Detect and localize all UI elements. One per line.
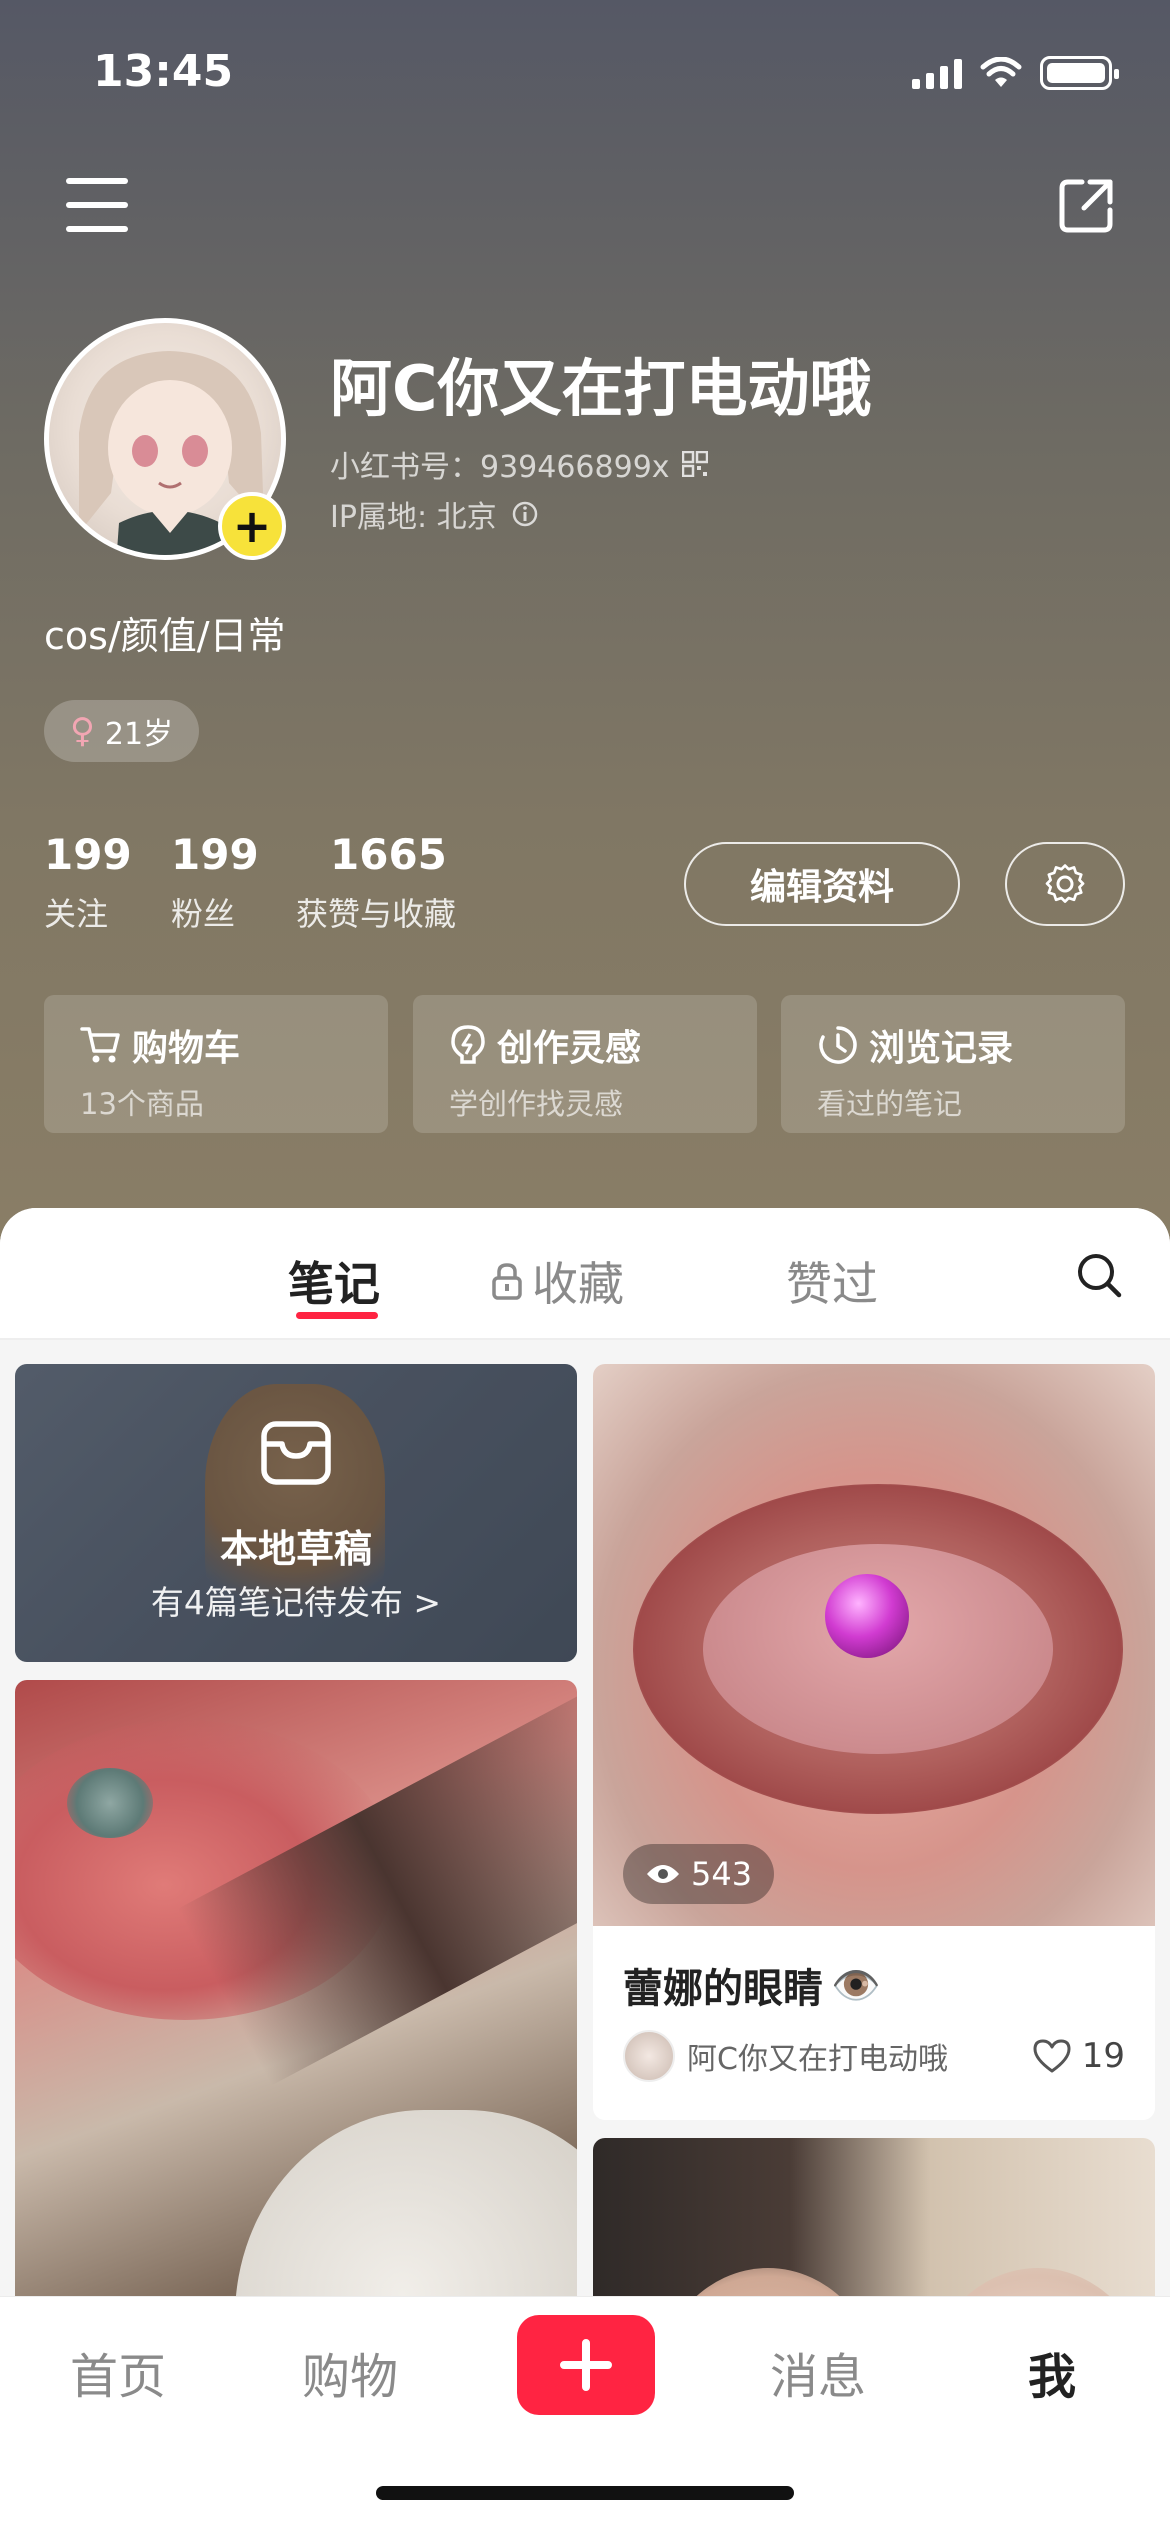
bio: cos/颜值/日常 [44,614,286,658]
card-cart-title: 购物车 [80,1019,352,1071]
note-like-button[interactable]: 19 [1032,2036,1125,2076]
card-cart-label: 购物车 [132,1028,241,1069]
plus-icon [560,2339,612,2391]
draft-title: 本地草稿 [219,1527,372,1571]
clock-icon [819,1026,857,1064]
stat-likes-collects[interactable]: 1665 获赞与收藏 [296,830,456,935]
note-title: 蕾娜的眼睛 👁️ [623,1956,881,2014]
card-inspiration-sub: 学创作找灵感 [449,1087,624,1121]
signal-icon [912,57,962,89]
note-cover-image: 543 [593,1364,1155,1926]
status-time: 13:45 [93,46,234,97]
red-id: 小红书号：939466899x [330,442,708,486]
stat-followers[interactable]: 199 粉丝 [171,830,259,935]
eye-icon [647,1865,679,1883]
ip-location: IP属地: 北京 [330,492,539,536]
following-count: 199 [44,830,132,879]
tab-liked[interactable]: 赞过 [786,1248,878,1314]
card-cart[interactable]: 购物车 13个商品 [44,995,388,1133]
tab-notes[interactable]: 笔记 [288,1248,380,1314]
photo-detail [825,1574,909,1658]
nav-me[interactable]: 我 [1028,2337,1076,2407]
home-indicator [376,2486,794,2500]
card-inspiration-title: 创作灵感 [449,1019,721,1071]
card-history-label: 浏览记录 [869,1028,1014,1069]
note-author[interactable]: 阿C你又在打电动哦 [623,2030,948,2082]
qr-code-icon[interactable] [681,451,708,477]
info-icon[interactable] [511,500,539,528]
edit-profile-button[interactable]: 编辑资料 [684,842,960,926]
draft-subtitle: 有4篇笔记待发布 > [150,1583,442,1622]
author-name: 阿C你又在打电动哦 [687,2042,948,2077]
search-icon[interactable] [1074,1250,1124,1300]
gear-icon [1045,864,1085,903]
card-history-title: 浏览记录 [817,1019,1089,1071]
stat-following[interactable]: 199 关注 [44,830,132,935]
publish-button[interactable] [517,2315,655,2415]
share-icon[interactable] [1054,174,1118,238]
likes-collects-count: 1665 [330,830,447,879]
note-card[interactable]: 543 蕾娜的眼睛 👁️ 阿C你又在打电动哦 19 [593,1364,1155,2120]
status-icons [912,56,1119,90]
menu-button[interactable] [66,178,130,232]
lock-icon [492,1263,522,1300]
note-title-emoji: 👁️ [831,1962,881,2009]
age-text: 21岁 [104,717,174,752]
nav-home[interactable]: 首页 [70,2337,166,2407]
card-history[interactable]: 浏览记录 看过的笔记 [781,995,1125,1133]
battery-icon [1040,56,1119,90]
age-tag: ♀ 21岁 [44,700,200,762]
bulb-icon [451,1025,485,1064]
card-inspiration-label: 创作灵感 [497,1028,642,1069]
view-count: 543 [691,1855,753,1893]
card-inspiration[interactable]: 创作灵感 学创作找灵感 [413,995,757,1133]
like-count: 19 [1081,2036,1125,2076]
card-cart-sub: 13个商品 [80,1087,204,1121]
profile-screen: 13:45 + 阿C你又在打电动哦 小红书号：939466899x IP属地: … [0,0,1170,2532]
cart-icon [80,1027,120,1063]
tab-active-indicator [296,1312,378,1319]
tab-collect[interactable]: 收藏 [490,1248,624,1314]
nickname: 阿C你又在打电动哦 [330,352,872,425]
heart-icon [1033,2039,1071,2073]
red-id-text: 小红书号：939466899x [330,450,670,485]
nav-shop[interactable]: 购物 [302,2337,398,2407]
ip-location-text: IP属地: 北京 [330,500,497,535]
nav-messages[interactable]: 消息 [770,2337,866,2407]
local-draft-card[interactable]: 本地草稿 有4篇笔记待发布 > [15,1364,577,1662]
tab-collect-label: 收藏 [532,1257,624,1311]
draft-box-icon [261,1421,331,1485]
content-tabs: 笔记 收藏 赞过 [0,1208,1170,1340]
author-avatar [623,2030,675,2082]
view-count-badge: 543 [623,1844,775,1904]
note-title-text: 蕾娜的眼睛 [623,1966,823,2012]
card-history-sub: 看过的笔记 [817,1087,963,1121]
following-label: 关注 [44,895,109,933]
female-icon: ♀ [70,711,95,751]
followers-count: 199 [171,830,259,879]
likes-collects-label: 获赞与收藏 [296,895,457,933]
wifi-icon [980,57,1022,87]
settings-button[interactable] [1005,842,1125,926]
followers-label: 粉丝 [171,895,236,933]
photo-detail [67,1768,153,1838]
add-avatar-badge[interactable]: + [218,492,286,560]
